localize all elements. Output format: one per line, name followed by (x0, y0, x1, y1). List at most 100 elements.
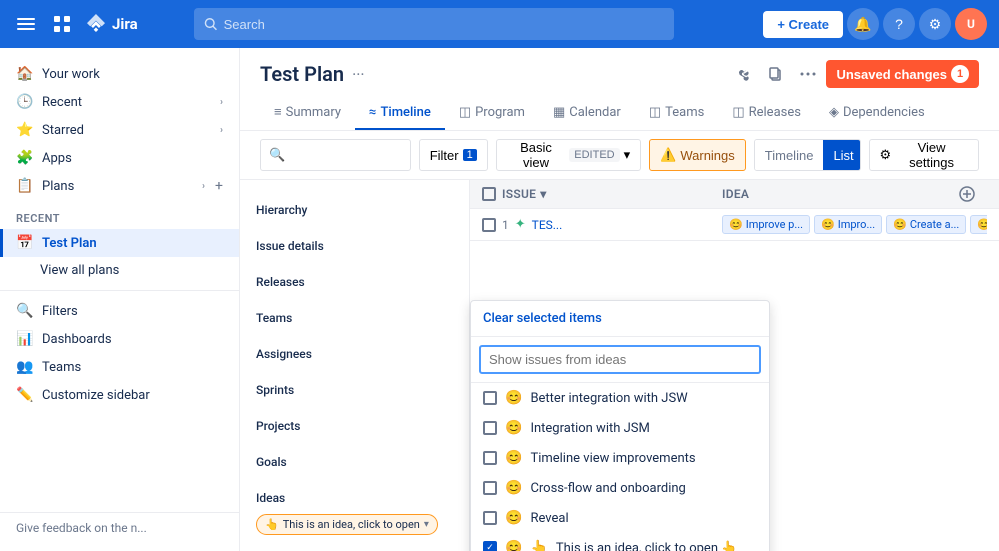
chevron-right-icon: › (202, 181, 205, 192)
filter-search[interactable]: 🔍 (260, 139, 411, 171)
goals-label[interactable]: Goals (256, 450, 453, 474)
row-checkbox[interactable] (482, 218, 496, 232)
dropdown-item-3[interactable]: 😊 Timeline view improvements (471, 443, 769, 473)
item-6-icon: 😊 (505, 540, 522, 551)
view-all-plans-label: View all plans (40, 263, 119, 278)
add-column-button[interactable] (947, 186, 987, 202)
warnings-button[interactable]: ⚠️ Warnings (649, 139, 746, 171)
releases-label[interactable]: Releases (256, 270, 453, 294)
releases-tab-label: Releases (749, 105, 801, 120)
sidebar-item-customize[interactable]: ✏️ Customize sidebar (0, 381, 239, 409)
ideas-label[interactable]: Ideas (256, 486, 453, 510)
item-2-label: Integration with JSM (530, 421, 649, 436)
filter-hierarchy: Hierarchy (240, 192, 469, 228)
dropdown-item-2[interactable]: 😊 Integration with JSM (471, 413, 769, 443)
sidebar-item-filters[interactable]: 🔍 Filters (0, 297, 239, 325)
dropdown-item-6[interactable]: ✓ 😊 👆 This is an idea, click to open 👆 (471, 533, 769, 551)
hamburger-menu[interactable] (12, 10, 40, 38)
view-button[interactable]: Basic view EDITED ▾ (496, 139, 641, 171)
avatar[interactable]: U (955, 8, 987, 40)
filter-search-input[interactable] (293, 148, 411, 163)
sprints-label[interactable]: Sprints (256, 378, 453, 402)
sidebar-footer[interactable]: Give feedback on the n... (0, 512, 239, 543)
program-tab-icon: ◫ (459, 105, 471, 120)
sidebar-main-nav: 🏠 Your work 🕒 Recent › ⭐ Starred › 🧩 App… (0, 56, 239, 204)
idea-chip-1[interactable]: 😊Improve p... (722, 215, 810, 234)
summary-tab-icon: ≡ (274, 104, 282, 120)
clear-selected-link[interactable]: Clear selected items (483, 311, 602, 326)
notifications-icon[interactable]: 🔔 (847, 8, 879, 40)
sidebar-item-your-work[interactable]: 🏠 Your work (0, 60, 239, 88)
teams-tab-icon: ◫ (649, 105, 661, 120)
filter-icon: 🔍 (16, 303, 34, 319)
chevron-right-icon: › (220, 97, 223, 108)
hierarchy-label[interactable]: Hierarchy (256, 198, 453, 222)
item-3-icon: 😊 (505, 450, 522, 466)
content-area: Hierarchy Issue details Releases Teams A… (240, 180, 999, 551)
tab-program[interactable]: ◫ Program (445, 96, 539, 130)
issue-key[interactable]: TES... (532, 218, 563, 232)
item-4-checkbox[interactable] (483, 481, 497, 495)
sidebar-item-test-plan[interactable]: 📅 Test Plan (0, 229, 239, 257)
settings-icon[interactable]: ⚙ (919, 8, 951, 40)
view-label: Basic view (507, 140, 566, 170)
col-issue-header[interactable]: Issue ▾ (502, 187, 722, 201)
timeline-toggle-btn[interactable]: Timeline (755, 140, 824, 170)
cell-idea: 😊Improve p... 😊Impro... 😊Create a... 😊Th… (722, 215, 987, 234)
filter-assignees: Assignees (240, 336, 469, 372)
more-options-icon[interactable]: ··· (352, 65, 365, 84)
dropdown-search-input[interactable] (479, 345, 761, 374)
jira-logo[interactable]: Jira (84, 12, 138, 36)
apps-label: Apps (42, 151, 72, 166)
unsaved-changes-button[interactable]: Unsaved changes 1 (826, 60, 979, 88)
tab-releases[interactable]: ◫ Releases (718, 96, 815, 130)
idea-chip-3[interactable]: 😊Create a... (886, 215, 966, 234)
help-icon[interactable]: ? (883, 8, 915, 40)
sidebar-item-dashboards[interactable]: 📊 Dashboards (0, 325, 239, 353)
item-6-hand-icon: 👆 (530, 540, 547, 551)
sidebar-item-starred[interactable]: ⭐ Starred › (0, 116, 239, 144)
toolbar: 🔍 Filter 1 Basic view EDITED ▾ ⚠️ Warnin… (240, 131, 999, 180)
tab-timeline[interactable]: ≈ Timeline (355, 96, 445, 130)
item-6-checkbox[interactable]: ✓ (483, 541, 497, 551)
tab-summary[interactable]: ≡ Summary (260, 96, 355, 130)
tab-calendar[interactable]: ▦ Calendar (539, 96, 635, 130)
copy-icon[interactable] (762, 60, 790, 88)
sidebar-item-view-all-plans[interactable]: View all plans (0, 257, 239, 284)
search-input[interactable] (224, 17, 665, 32)
item-2-checkbox[interactable] (483, 421, 497, 435)
add-plan-icon[interactable]: + (215, 178, 223, 194)
select-all-checkbox[interactable] (482, 187, 496, 201)
teams-label[interactable]: Teams (256, 306, 453, 330)
more-icon[interactable] (794, 60, 822, 88)
idea-filter-chip[interactable]: 👆 This is an idea, click to open ▾ (256, 514, 438, 535)
create-button[interactable]: + Create (763, 11, 843, 38)
filter-ideas: Ideas 👆 This is an idea, click to open ▾ (240, 480, 469, 545)
teams-tab-label: Teams (665, 105, 704, 120)
filter-button[interactable]: Filter 1 (419, 139, 488, 171)
grid-icon[interactable] (48, 10, 76, 38)
projects-label[interactable]: Projects (256, 414, 453, 438)
item-3-checkbox[interactable] (483, 451, 497, 465)
sidebar-item-apps[interactable]: 🧩 Apps (0, 144, 239, 172)
dropdown-item-1[interactable]: 😊 Better integration with JSW (471, 383, 769, 413)
idea-chip-2[interactable]: 😊Impro... (814, 215, 882, 234)
table-row: 1 ✦ TES... 😊Improve p... 😊Impro... 😊Crea… (470, 209, 999, 241)
page-title-row: Test Plan ··· Unsaved changes 1 (260, 60, 979, 88)
item-5-checkbox[interactable] (483, 511, 497, 525)
tab-dependencies[interactable]: ◈ Dependencies (815, 96, 939, 130)
search-bar[interactable] (194, 8, 674, 40)
item-1-checkbox[interactable] (483, 391, 497, 405)
share-icon[interactable] (730, 60, 758, 88)
assignees-label[interactable]: Assignees (256, 342, 453, 366)
dropdown-item-4[interactable]: 😊 Cross-flow and onboarding (471, 473, 769, 503)
issue-details-label[interactable]: Issue details (256, 234, 453, 258)
list-toggle-btn[interactable]: List (823, 140, 860, 170)
sidebar-item-plans[interactable]: 📋 Plans › + (0, 172, 239, 200)
sidebar-item-teams[interactable]: 👥 Teams (0, 353, 239, 381)
dropdown-item-5[interactable]: 😊 Reveal (471, 503, 769, 533)
idea-chip-4[interactable]: 😊This is... (970, 215, 987, 234)
view-settings-button[interactable]: ⚙ View settings (869, 139, 980, 171)
tab-teams[interactable]: ◫ Teams (635, 96, 719, 130)
sidebar-item-recent[interactable]: 🕒 Recent › (0, 88, 239, 116)
